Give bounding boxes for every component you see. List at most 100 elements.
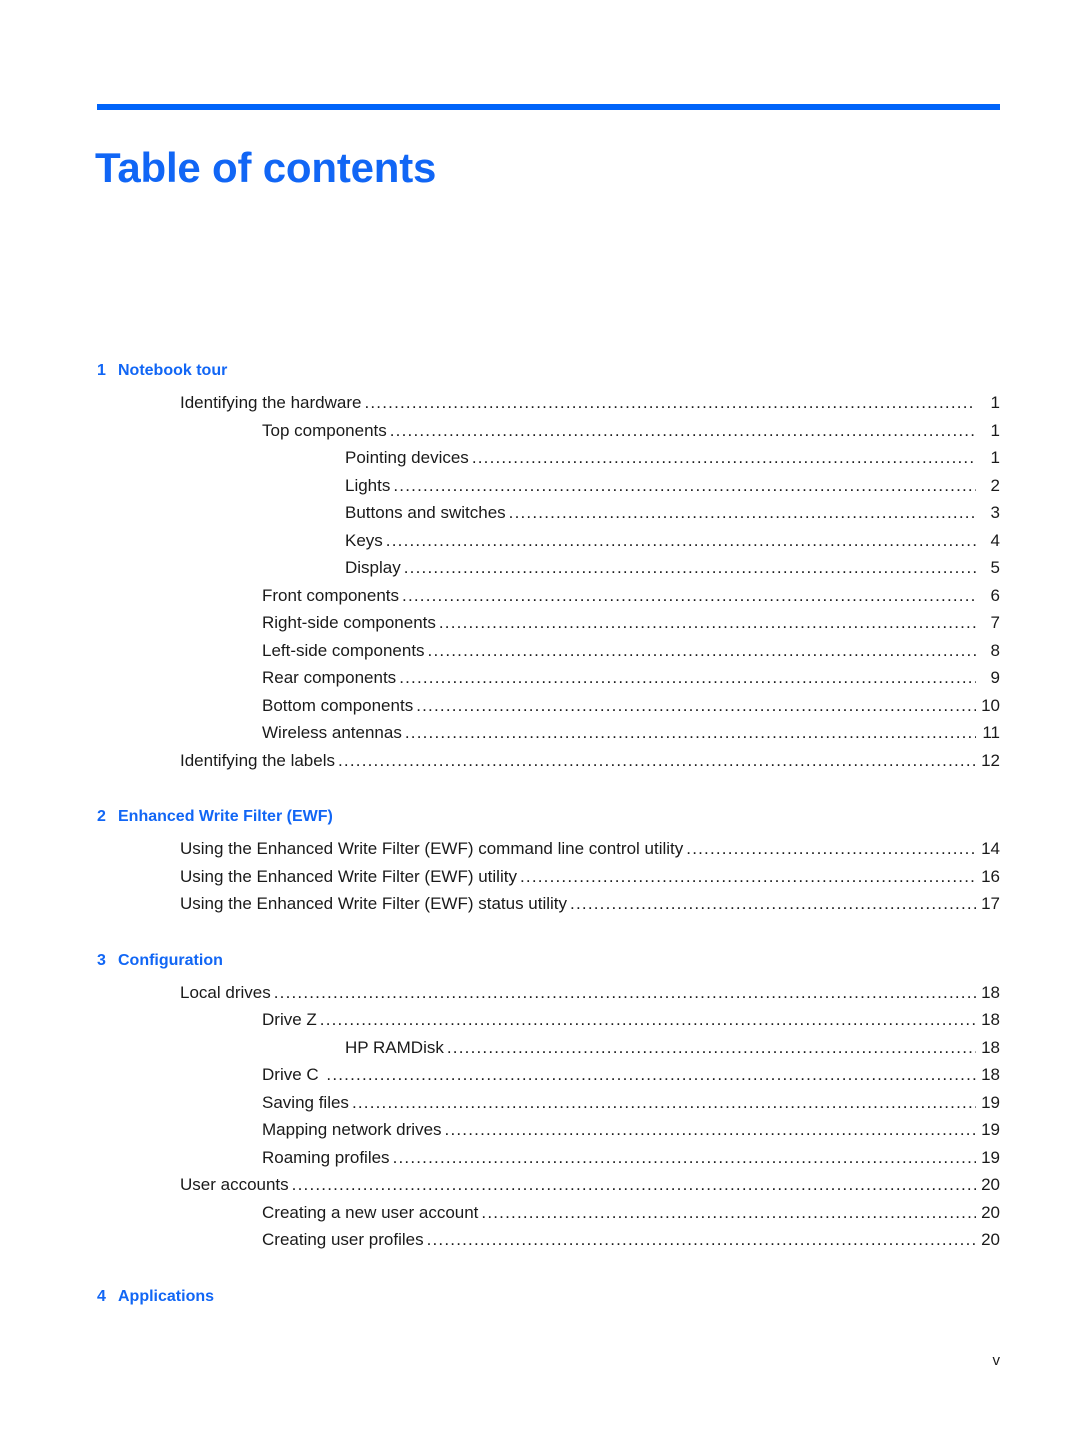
toc-entry[interactable]: Local drives............................…	[0, 979, 1080, 1007]
chapter-entry-list: Identifying the hardware................…	[0, 389, 1080, 774]
toc-entry[interactable]: Mapping network drives..................…	[0, 1116, 1080, 1144]
toc-entry-label: Pointing devices	[345, 448, 469, 467]
toc-entry-page-number: 11	[982, 723, 1000, 742]
toc-leader-dots: ........................................…	[291, 1175, 976, 1194]
toc-leader-dots: ........................................…	[508, 503, 976, 522]
toc-entry-page-number: 17	[981, 894, 1000, 913]
toc-entry-page-number: 9	[990, 668, 1000, 687]
toc-entry-label: Top components	[262, 420, 387, 440]
toc-entry-label: Using the Enhanced Write Filter (EWF) ut…	[180, 866, 517, 886]
toc-leader-dots: ........................................…	[427, 640, 976, 660]
toc-entry-page-number: 6	[990, 585, 1000, 605]
chapter-title: Enhanced Write Filter (EWF)	[118, 808, 333, 825]
toc-entry-page-number: 8	[990, 640, 1000, 660]
chapter-heading-notebook-tour[interactable]: 1 Notebook tour	[0, 358, 1080, 384]
toc-leader-dots: ........................................…	[338, 750, 976, 770]
toc-entry[interactable]: Buttons and switches....................…	[0, 499, 1080, 527]
toc-leader-dots: ........................................…	[404, 723, 976, 742]
toc-leader-dots: ........................................…	[426, 1230, 976, 1249]
toc-entry-label: Display	[345, 558, 401, 577]
document-page: Table of contents 1 Notebook tour Identify…	[0, 0, 1080, 1437]
toc-entry[interactable]: Using the Enhanced Write Filter (EWF) st…	[0, 890, 1080, 918]
toc-entry-page-number: 1	[990, 420, 1000, 440]
toc-entry-page-number: 14	[981, 839, 1000, 858]
toc-entry-page-number: 19	[981, 1120, 1000, 1139]
toc-entry-label: Local drives	[180, 982, 271, 1002]
toc-entry-page-number: 3	[990, 503, 1000, 522]
toc-leader-dots: ........................................…	[438, 613, 976, 632]
toc-entry[interactable]: Display.................................…	[0, 554, 1080, 582]
toc-entry[interactable]: User accounts...........................…	[0, 1171, 1080, 1199]
toc-entry-page-number: 18	[981, 1010, 1000, 1029]
toc-entry-label: Buttons and switches	[345, 503, 506, 522]
toc-entry-label: Mapping network drives	[262, 1120, 442, 1139]
toc-entry-label: User accounts	[180, 1175, 289, 1194]
toc-entry-label: HP RAMDisk	[345, 1037, 444, 1057]
toc-leader-dots: ........................................…	[481, 1202, 976, 1222]
toc-entry-label: Wireless antennas	[262, 723, 402, 742]
toc-entry-page-number: 5	[990, 558, 1000, 577]
chapter-number: 3	[97, 951, 106, 969]
toc-leader-dots: ........................................…	[686, 839, 976, 858]
toc-entry[interactable]: HP RAMDisk..............................…	[0, 1034, 1080, 1062]
toc-entry-page-number: 12	[981, 750, 1000, 770]
toc-leader-dots: ........................................…	[444, 1120, 976, 1139]
toc-entry-label: Drive C	[262, 1065, 324, 1084]
toc-entry[interactable]: Using the Enhanced Write Filter (EWF) ut…	[0, 863, 1080, 891]
chapter-number: 1	[97, 362, 106, 379]
page-title: Table of contents	[95, 144, 437, 192]
toc-entry-label: Rear components	[262, 668, 397, 687]
toc-entry[interactable]: Using the Enhanced Write Filter (EWF) co…	[0, 835, 1080, 863]
toc-entry[interactable]: Rear components.........................…	[0, 664, 1080, 692]
toc-entry-label: Lights	[345, 475, 391, 495]
toc-entry-label: Front components	[262, 585, 400, 605]
toc-entry[interactable]: Creating a new user account.............…	[0, 1199, 1080, 1227]
toc-entry[interactable]: Identifying the labels..................…	[0, 747, 1080, 775]
toc-entry[interactable]: Left-side components....................…	[0, 637, 1080, 665]
chapter-entry-list: Local drives............................…	[0, 979, 1080, 1254]
toc-entry[interactable]: Wireless antennas.......................…	[0, 719, 1080, 747]
toc-entry[interactable]: Saving files............................…	[0, 1089, 1080, 1117]
toc-entry-page-number: 18	[981, 1065, 1000, 1084]
toc-entry-page-number: 18	[981, 1037, 1000, 1057]
toc-leader-dots: ........................................…	[351, 1092, 976, 1112]
toc-entry-page-number: 18	[981, 982, 1000, 1002]
toc-entry-label: Right-side components	[262, 613, 436, 632]
chapter-heading-enhanced-write-filter-ewf[interactable]: 2 Enhanced Write Filter (EWF)	[0, 804, 1080, 830]
chapter-heading-configuration[interactable]: 3 Configuration	[0, 948, 1080, 974]
toc-entry[interactable]: Drive C ................................…	[0, 1061, 1080, 1089]
toc-entry-page-number: 7	[990, 613, 1000, 632]
toc-leader-dots: ........................................…	[570, 894, 976, 913]
toc-entry-page-number: 20	[981, 1175, 1000, 1194]
footer-page-number: v	[992, 1352, 1001, 1369]
chapter-title: Configuration	[118, 951, 223, 969]
toc-entry[interactable]: Top components..........................…	[0, 417, 1080, 445]
toc-chapter-enhanced-write-filter-ewf: 2 Enhanced Write Filter (EWF) Using the En…	[0, 804, 1080, 918]
toc-entry-page-number: 1	[990, 393, 1000, 412]
toc-entry[interactable]: Bottom components.......................…	[0, 692, 1080, 720]
toc-entry[interactable]: Drive Z.................................…	[0, 1006, 1080, 1034]
toc-entry-page-number: 2	[990, 475, 1000, 495]
toc-leader-dots: ........................................…	[446, 1037, 976, 1057]
toc-leader-dots: ........................................…	[392, 1147, 976, 1167]
toc-entry[interactable]: Front components........................…	[0, 582, 1080, 610]
toc-entry[interactable]: Keys....................................…	[0, 527, 1080, 555]
toc-entry[interactable]: Roaming profiles........................…	[0, 1144, 1080, 1172]
toc-entry[interactable]: Creating user profiles..................…	[0, 1226, 1080, 1254]
chapter-number: 2	[97, 808, 106, 825]
toc-chapter-configuration: 3 Configuration Local drives..............…	[0, 948, 1080, 1254]
toc-entry[interactable]: Lights..................................…	[0, 472, 1080, 500]
toc-entry-page-number: 10	[981, 695, 1000, 715]
toc-entry-page-number: 16	[981, 866, 1000, 886]
toc-entry-page-number: 20	[981, 1230, 1000, 1249]
chapter-heading-applications[interactable]: 4 Applications	[0, 1284, 1080, 1310]
toc-leader-dots: ........................................…	[385, 530, 976, 550]
chapter-title: Applications	[118, 1287, 215, 1305]
chapter-entry-list: Using the Enhanced Write Filter (EWF) co…	[0, 835, 1080, 918]
toc-entry[interactable]: Pointing devices........................…	[0, 444, 1080, 472]
title-rule	[97, 104, 1000, 110]
toc-entry[interactable]: Right-side components...................…	[0, 609, 1080, 637]
table-of-contents: 1 Notebook tour Identifying the hardware..…	[0, 358, 1080, 1315]
toc-entry[interactable]: Identifying the hardware................…	[0, 389, 1080, 417]
toc-entry-page-number: 4	[990, 530, 1000, 550]
